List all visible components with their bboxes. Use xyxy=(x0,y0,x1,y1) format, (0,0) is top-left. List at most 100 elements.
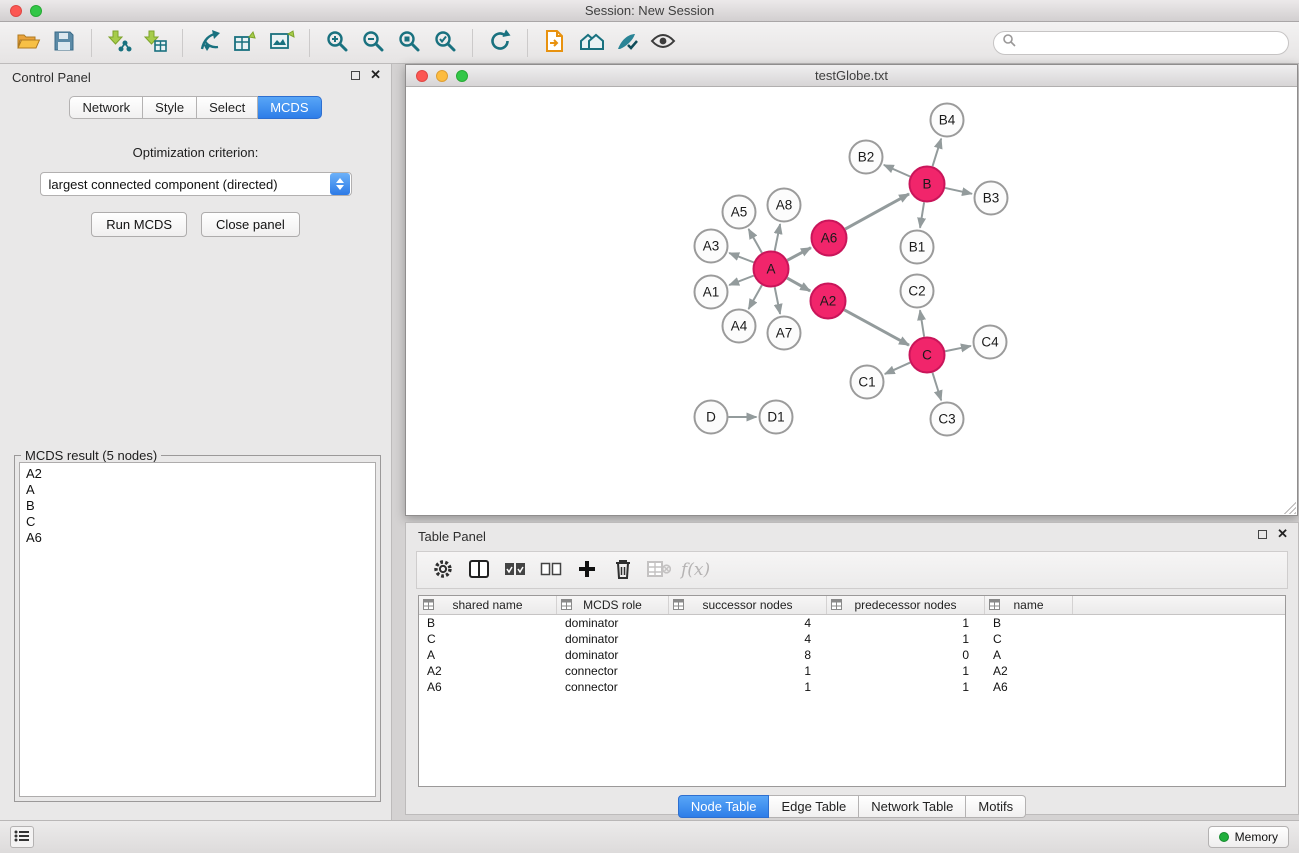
table-cell[interactable]: C xyxy=(419,632,557,646)
table-cell[interactable]: 1 xyxy=(827,616,985,630)
table-cell[interactable]: dominator xyxy=(557,616,669,630)
table-cell[interactable]: 8 xyxy=(669,648,827,662)
edge-A-A4[interactable] xyxy=(749,285,762,309)
search-input[interactable] xyxy=(1021,36,1280,50)
table-cell[interactable]: C xyxy=(985,632,1073,646)
edge-C-C3[interactable] xyxy=(933,373,942,401)
edge-A-A1[interactable] xyxy=(729,276,754,285)
table-cell[interactable]: 1 xyxy=(669,680,827,694)
zoom-in-button[interactable] xyxy=(319,26,355,60)
column-header-successor-nodes[interactable]: successor nodes xyxy=(669,596,827,614)
tab-select[interactable]: Select xyxy=(197,96,258,119)
graph-node-C4[interactable]: C4 xyxy=(974,326,1007,359)
table-cell[interactable]: 4 xyxy=(669,632,827,646)
graph-node-A7[interactable]: A7 xyxy=(768,317,801,350)
table-cell[interactable]: dominator xyxy=(557,648,669,662)
table-cell[interactable]: A2 xyxy=(985,664,1073,678)
graph-node-B4[interactable]: B4 xyxy=(931,104,964,137)
edge-A-A8[interactable] xyxy=(775,224,780,251)
edge-C-C1[interactable] xyxy=(885,363,910,374)
table-cell[interactable]: 1 xyxy=(827,664,985,678)
table-row[interactable]: Adominator80A xyxy=(419,647,1285,663)
search-box[interactable] xyxy=(993,31,1289,55)
tab-edge-table[interactable]: Edge Table xyxy=(769,795,859,818)
edge-C-C2[interactable] xyxy=(920,310,924,336)
show-columns-button[interactable] xyxy=(461,554,497,586)
tab-style[interactable]: Style xyxy=(143,96,197,119)
edge-B-B3[interactable] xyxy=(945,188,972,194)
open-file-button[interactable] xyxy=(10,26,46,60)
close-panel-button[interactable]: Close panel xyxy=(201,212,300,237)
show-graphics-details-button[interactable] xyxy=(645,26,681,60)
zoom-fit-button[interactable] xyxy=(391,26,427,60)
table-row[interactable]: A2connector11A2 xyxy=(419,663,1285,679)
close-window-button[interactable] xyxy=(10,5,22,17)
table-cell[interactable]: A xyxy=(985,648,1073,662)
criterion-dropdown[interactable]: largest connected component (directed) xyxy=(40,172,352,196)
table-cell[interactable]: dominator xyxy=(557,632,669,646)
graph-node-A3[interactable]: A3 xyxy=(695,230,728,263)
graph-node-C2[interactable]: C2 xyxy=(901,275,934,308)
table-cell[interactable]: 0 xyxy=(827,648,985,662)
table-cell[interactable]: 1 xyxy=(827,680,985,694)
tab-network-table[interactable]: Network Table xyxy=(859,795,966,818)
graph-node-A[interactable]: A xyxy=(754,252,789,287)
column-header-name[interactable]: name xyxy=(985,596,1073,614)
run-mcds-button[interactable]: Run MCDS xyxy=(91,212,187,237)
zoom-selected-button[interactable] xyxy=(427,26,463,60)
refresh-view-button[interactable] xyxy=(482,26,518,60)
edge-B-B1[interactable] xyxy=(920,202,924,227)
task-history-button[interactable] xyxy=(10,826,34,848)
graph-node-D1[interactable]: D1 xyxy=(760,401,793,434)
table-cell[interactable]: 1 xyxy=(669,664,827,678)
close-panel-icon[interactable]: ✕ xyxy=(370,70,381,80)
edge-A6-B[interactable] xyxy=(845,194,909,229)
graph-node-C1[interactable]: C1 xyxy=(851,366,884,399)
mcds-result-item[interactable]: C xyxy=(26,514,369,530)
export-network-button[interactable] xyxy=(192,26,228,60)
home-view-button[interactable] xyxy=(573,26,609,60)
mcds-result-list[interactable]: A2ABCA6 xyxy=(19,462,376,797)
graph-node-B1[interactable]: B1 xyxy=(901,231,934,264)
select-all-rows-button[interactable] xyxy=(497,554,533,586)
graph-node-A5[interactable]: A5 xyxy=(723,196,756,229)
mcds-result-item[interactable]: A6 xyxy=(26,530,369,546)
table-cell[interactable]: A xyxy=(419,648,557,662)
tab-node-table[interactable]: Node Table xyxy=(678,795,770,818)
graph-node-B3[interactable]: B3 xyxy=(975,182,1008,215)
column-header-predecessor-nodes[interactable]: predecessor nodes xyxy=(827,596,985,614)
deselect-all-rows-button[interactable] xyxy=(533,554,569,586)
column-header-MCDS-role[interactable]: MCDS role xyxy=(557,596,669,614)
network-canvas[interactable]: B4B2BB3B1A5A8A6A3AA1A2C2A4A7C4CC1C3DD1 xyxy=(406,87,1297,515)
graph-node-B2[interactable]: B2 xyxy=(850,141,883,174)
graph-node-C[interactable]: C xyxy=(910,338,945,373)
table-cell[interactable]: connector xyxy=(557,664,669,678)
table-cell[interactable]: A6 xyxy=(419,680,557,694)
graph-node-A1[interactable]: A1 xyxy=(695,276,728,309)
table-cell[interactable]: 4 xyxy=(669,616,827,630)
table-cell[interactable]: 1 xyxy=(827,632,985,646)
column-header-shared-name[interactable]: shared name xyxy=(419,596,557,614)
network-close-button[interactable] xyxy=(416,70,428,82)
table-cell[interactable]: B xyxy=(419,616,557,630)
tab-network[interactable]: Network xyxy=(69,96,143,119)
network-zoom-button[interactable] xyxy=(456,70,468,82)
export-image-button[interactable] xyxy=(264,26,300,60)
open-session-document-button[interactable] xyxy=(537,26,573,60)
mcds-result-item[interactable]: A2 xyxy=(26,466,369,482)
close-table-panel-icon[interactable]: ✕ xyxy=(1277,529,1288,539)
edge-C-C4[interactable] xyxy=(945,346,971,351)
graph-node-A6[interactable]: A6 xyxy=(812,221,847,256)
edge-A-A3[interactable] xyxy=(729,253,754,262)
zoom-out-button[interactable] xyxy=(355,26,391,60)
graph-node-A8[interactable]: A8 xyxy=(768,189,801,222)
table-cell[interactable]: A6 xyxy=(985,680,1073,694)
edge-B-B4[interactable] xyxy=(933,139,942,167)
graph-node-B[interactable]: B xyxy=(910,167,945,202)
edge-A-A2[interactable] xyxy=(787,278,810,291)
graph-node-A4[interactable]: A4 xyxy=(723,310,756,343)
table-settings-button[interactable] xyxy=(425,554,461,586)
edge-A-A6[interactable] xyxy=(787,248,811,261)
float-panel-icon[interactable] xyxy=(351,71,360,80)
graph-node-D[interactable]: D xyxy=(695,401,728,434)
